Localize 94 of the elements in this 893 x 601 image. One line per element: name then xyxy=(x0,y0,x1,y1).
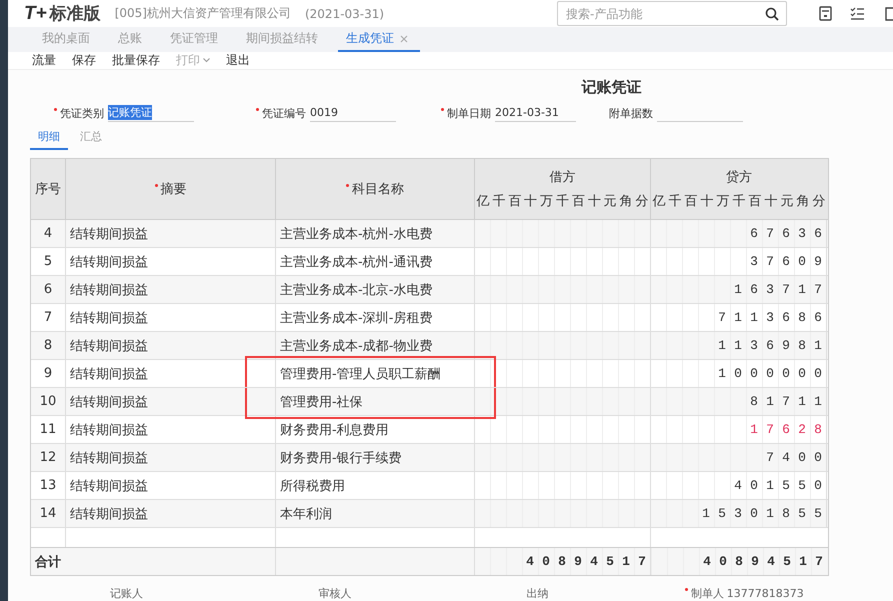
table-cell: 结转期间损益 xyxy=(66,416,276,443)
digit-unit: 千 xyxy=(554,193,570,210)
digit-unit: 元 xyxy=(780,193,794,210)
table-cell: 结转期间损益 xyxy=(66,500,276,527)
table-cell: 13 xyxy=(31,472,66,499)
signature-label: 审核人 xyxy=(318,586,352,601)
table-cell: 结转期间损益 xyxy=(66,304,276,331)
search-icon[interactable] xyxy=(765,7,779,21)
app-logo: T+ xyxy=(24,3,47,25)
table-cell: 8 xyxy=(31,332,66,359)
table-cell: 主营业务成本-北京-水电费 xyxy=(276,276,475,303)
digit-unit: 百 xyxy=(748,193,762,210)
digit-unit: 元 xyxy=(602,193,618,210)
caret-icon xyxy=(203,58,210,63)
column-header: 借方 xyxy=(548,169,576,187)
table-cell: 管理费用-社保 xyxy=(276,388,475,415)
table-cell: 5 xyxy=(31,248,66,275)
table-cell: 结转期间损益 xyxy=(66,472,276,499)
table-cell: 结转期间损益 xyxy=(66,444,276,471)
nav-tab[interactable]: 凭证管理 xyxy=(162,27,230,52)
digit-unit: 万 xyxy=(539,193,554,210)
window-icon[interactable] xyxy=(885,6,893,20)
digit-unit: 十 xyxy=(764,193,778,210)
toolbar-button[interactable]: 批量保存 xyxy=(104,52,168,69)
table-cell: 14 xyxy=(31,500,66,527)
digit-unit: 分 xyxy=(634,193,650,210)
table-cell: 结转期间损益 xyxy=(66,220,276,247)
digit-unit: 百 xyxy=(570,193,586,210)
table-cell: 11 xyxy=(31,416,66,443)
table-cell: 结转期间损益 xyxy=(66,388,276,415)
toolbar-button[interactable]: 保存 xyxy=(64,52,104,69)
table-cell: 所得税费用 xyxy=(276,472,475,499)
field-label: 凭证类别 xyxy=(54,106,104,120)
field-label: 凭证编号 xyxy=(256,106,306,120)
search-field[interactable]: 搜索-产品功能 xyxy=(557,1,787,26)
table-cell: 结转期间损益 xyxy=(66,332,276,359)
calculator-icon[interactable] xyxy=(819,6,832,21)
table-cell: 主营业务成本-成都-物业费 xyxy=(276,332,475,359)
total-label: 合计 xyxy=(31,548,276,575)
detail-tab[interactable]: 汇总 xyxy=(72,127,110,150)
table-cell: 7 xyxy=(31,304,66,331)
detail-tab[interactable]: 明细 xyxy=(30,127,68,150)
digit-unit: 亿 xyxy=(475,193,490,210)
column-header: 科目名称 xyxy=(346,180,404,198)
app-edition: 标准版 xyxy=(50,3,101,25)
digit-unit: 十 xyxy=(700,193,714,210)
table-cell: 10 xyxy=(31,388,66,415)
field-label: 制单日期 xyxy=(441,106,491,120)
table-cell: 4 xyxy=(31,220,66,247)
digit-unit: 角 xyxy=(796,193,810,210)
digit-unit: 万 xyxy=(716,193,730,210)
column-header: 摘要 xyxy=(154,180,186,198)
column-header: 贷方 xyxy=(725,169,753,187)
toolbar-button[interactable]: 退出 xyxy=(218,52,258,69)
table-cell: 主营业务成本-杭州-通讯费 xyxy=(276,248,475,275)
nav-tab[interactable]: 总账 xyxy=(110,27,154,52)
table-cell: 结转期间损益 xyxy=(66,248,276,275)
nav-tab[interactable]: 我的桌面 xyxy=(34,27,102,52)
table-cell: 本年利润 xyxy=(276,500,475,527)
field-label: 附单据数 xyxy=(609,106,653,120)
digit-unit: 千 xyxy=(732,193,746,210)
column-header: 序号 xyxy=(35,181,61,198)
input-field[interactable]: 2021-03-31 xyxy=(495,104,576,122)
signature-label: 制单人 xyxy=(684,586,724,601)
digit-unit: 十 xyxy=(523,193,538,210)
digit-unit: 千 xyxy=(668,193,682,210)
checklist-icon[interactable] xyxy=(850,6,865,20)
table-cell: 6 xyxy=(31,276,66,303)
digit-unit: 亿 xyxy=(652,193,666,210)
nav-tab[interactable]: 期间损益结转 xyxy=(238,27,330,52)
digit-unit: 分 xyxy=(812,193,826,210)
table-cell: 结转期间损益 xyxy=(66,360,276,387)
digit-unit: 十 xyxy=(586,193,602,210)
table-cell: 主营业务成本-杭州-水电费 xyxy=(276,220,475,247)
table-cell: 财务费用-银行手续费 xyxy=(276,444,475,471)
table-cell: 财务费用-利息费用 xyxy=(276,416,475,443)
signature-label: 出纳 xyxy=(526,586,548,601)
input-field[interactable]: 记账凭证 xyxy=(108,104,194,122)
signature-value: 13777818373 xyxy=(726,587,804,600)
table-cell: 9 xyxy=(31,360,66,387)
input-field[interactable]: 0019 xyxy=(310,104,396,122)
table-cell: 结转期间损益 xyxy=(66,276,276,303)
digit-unit: 百 xyxy=(684,193,698,210)
digit-unit: 千 xyxy=(491,193,506,210)
toolbar-button[interactable]: 流量 xyxy=(24,52,64,69)
account-date: (2021-03-31) xyxy=(304,6,384,20)
table-cell: 主营业务成本-深圳-房租费 xyxy=(276,304,475,331)
signature-label: 记账人 xyxy=(110,586,143,601)
digit-unit: 角 xyxy=(618,193,634,210)
voucher-title: 记账凭证 xyxy=(580,77,642,98)
table-cell: 管理费用-管理人员职工薪酬 xyxy=(276,360,475,387)
table-cell: 12 xyxy=(31,444,66,471)
company-name: [005]杭州大信资产管理有限公司 xyxy=(114,5,291,22)
digit-unit: 百 xyxy=(507,193,522,210)
